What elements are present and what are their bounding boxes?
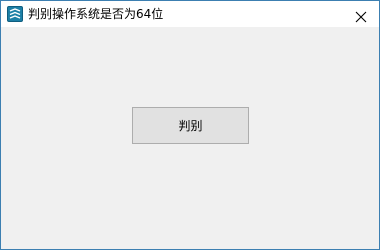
window-title: 判别操作系统是否为64位 (28, 7, 164, 21)
app-icon (7, 6, 23, 22)
close-button[interactable] (343, 1, 379, 27)
close-icon (355, 8, 367, 23)
check-button[interactable]: 判别 (132, 107, 249, 144)
title-bar[interactable]: 判别操作系统是否为64位 (1, 1, 379, 27)
client-area: 判别 (1, 27, 379, 249)
app-window: 判别操作系统是否为64位 判别 (0, 0, 380, 250)
